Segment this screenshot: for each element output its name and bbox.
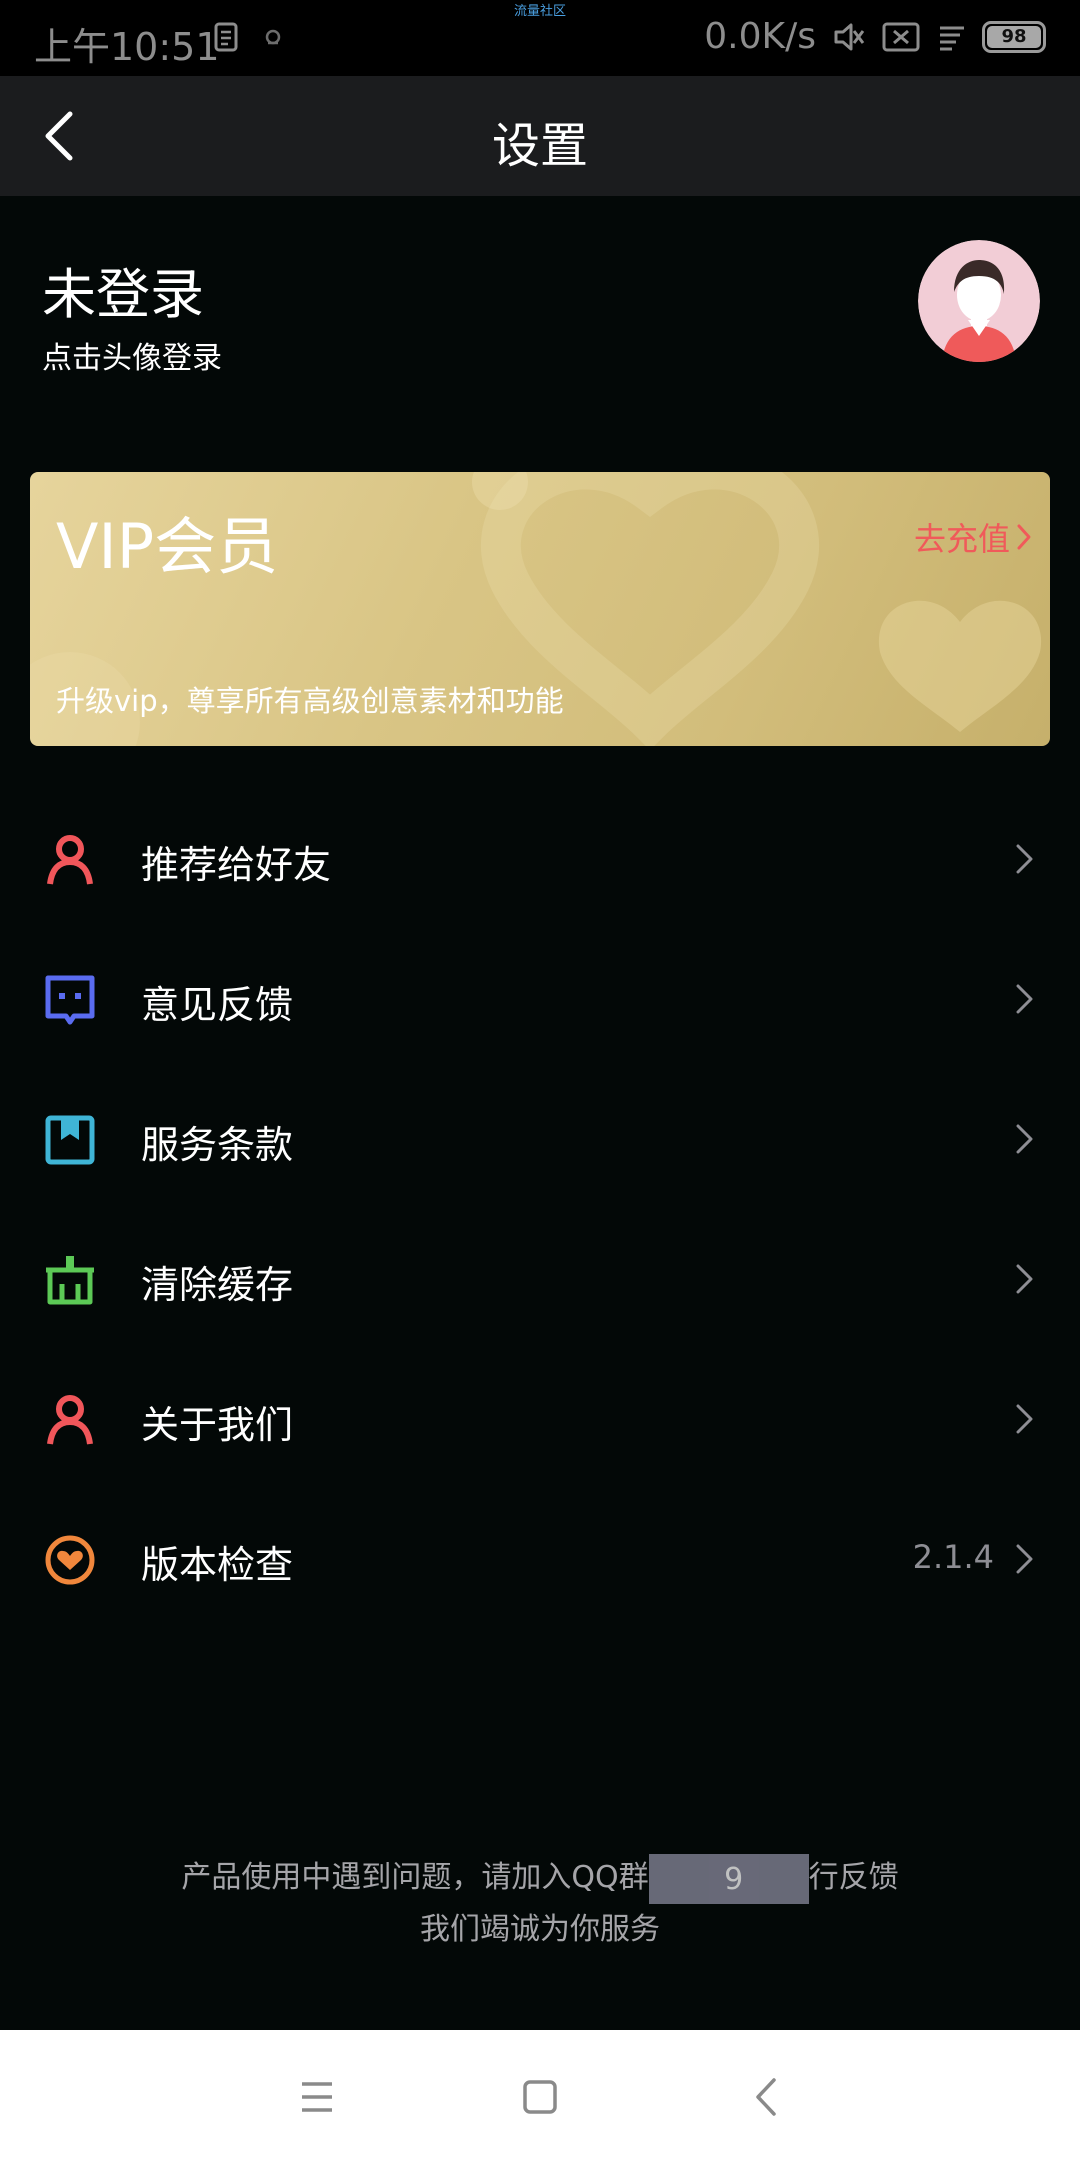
footer-contact-text: 产品使用中遇到问题，请加入QQ群 9 行反馈 我们竭诚为你服务 — [0, 1852, 1080, 1956]
vip-description: 升级vip，尊享所有高级创意素材和功能 — [56, 684, 564, 718]
system-nav-bar — [0, 2030, 1080, 2160]
back-chevron-icon[interactable] — [740, 2070, 794, 2124]
person-icon — [47, 1395, 93, 1445]
status-bar: 流量社区 上午10:51 0.0K/s 98 — [0, 0, 1080, 76]
redacted-block — [758, 1853, 809, 1904]
document-icon — [214, 22, 238, 52]
footer-line1-end: 行反馈 — [808, 1860, 899, 1895]
footer-line2: 我们竭诚为你服务 — [420, 1912, 660, 1947]
broom-icon — [46, 1256, 94, 1305]
battery-level: 98 — [1001, 26, 1027, 47]
menu-item-recommend[interactable]: 推荐给好友 — [0, 788, 1080, 928]
recharge-link[interactable]: 去充值 — [914, 514, 1032, 560]
qq-icon — [265, 29, 281, 45]
menu-item-clear-cache[interactable]: 清除缓存 — [0, 1208, 1080, 1348]
feedback-chat-icon — [45, 975, 95, 1025]
network-speed: 0.0K/s — [704, 16, 816, 57]
version-number: 2.1.4 — [912, 1538, 994, 1576]
menu-item-about-us[interactable]: 关于我们 — [0, 1348, 1080, 1488]
title-bar: 设置 — [0, 76, 1080, 196]
settings-screen: 流量社区 上午10:51 0.0K/s 98 设置 未登录 点击头像登录 VIP… — [0, 0, 1080, 2160]
footer-line1-start: 产品使用中遇到问题，请加入QQ群 — [181, 1860, 649, 1895]
menu-item-feedback[interactable]: 意见反馈 — [0, 928, 1080, 1068]
battery-icon: 98 — [982, 20, 1046, 53]
chevron-right-icon — [1016, 984, 1033, 1014]
menu-item-label: 版本检查 — [141, 1543, 294, 1587]
mute-icon — [834, 23, 865, 50]
menu-item-label: 清除缓存 — [141, 1263, 294, 1307]
avatar-person-icon — [918, 240, 1040, 362]
redacted-group-number: 9 — [708, 1853, 759, 1904]
chevron-right-icon — [1016, 1544, 1033, 1574]
no-sim-icon — [882, 22, 920, 51]
footer-line1-digit: 9 — [724, 1861, 744, 1897]
profile-login-hint: 点击头像登录 — [42, 341, 222, 376]
menu-item-terms[interactable]: 服务条款 — [0, 1068, 1080, 1208]
bookmark-icon — [45, 1115, 95, 1165]
signal-lines-icon — [940, 26, 964, 50]
menu-item-label: 服务条款 — [141, 1123, 294, 1167]
page-title: 设置 — [491, 118, 588, 174]
avatar[interactable] — [918, 240, 1040, 362]
menu-item-label: 推荐给好友 — [141, 843, 332, 887]
vip-title: VIP会员 — [56, 510, 279, 583]
menu-lines-icon[interactable] — [290, 2070, 344, 2124]
chevron-right-icon — [1017, 524, 1031, 550]
recharge-link-label: 去充值 — [913, 520, 1010, 558]
profile-name[interactable]: 未登录 — [42, 250, 204, 329]
menu-item-version-check[interactable]: 版本检查 2.1.4 — [0, 1488, 1080, 1628]
chevron-right-icon — [1016, 844, 1033, 874]
person-icon — [47, 835, 93, 885]
chevron-right-icon — [1016, 1264, 1033, 1294]
chevron-right-icon — [1016, 1124, 1033, 1154]
version-heart-icon — [45, 1535, 95, 1585]
menu-item-label: 意见反馈 — [141, 983, 294, 1027]
menu-item-label: 关于我们 — [141, 1403, 294, 1447]
home-square-icon[interactable] — [513, 2070, 567, 2124]
chevron-right-icon — [1016, 1404, 1033, 1434]
settings-menu: 推荐给好友 意见反馈 服务条款 清除缓存 关于我们 版本检查 2.1.4 — [0, 788, 1080, 1628]
status-time: 上午10:51 — [34, 25, 220, 69]
vip-card[interactable]: VIP会员 去充值 升级vip，尊享所有高级创意素材和功能 — [30, 472, 1050, 746]
redacted-block — [648, 1853, 709, 1904]
